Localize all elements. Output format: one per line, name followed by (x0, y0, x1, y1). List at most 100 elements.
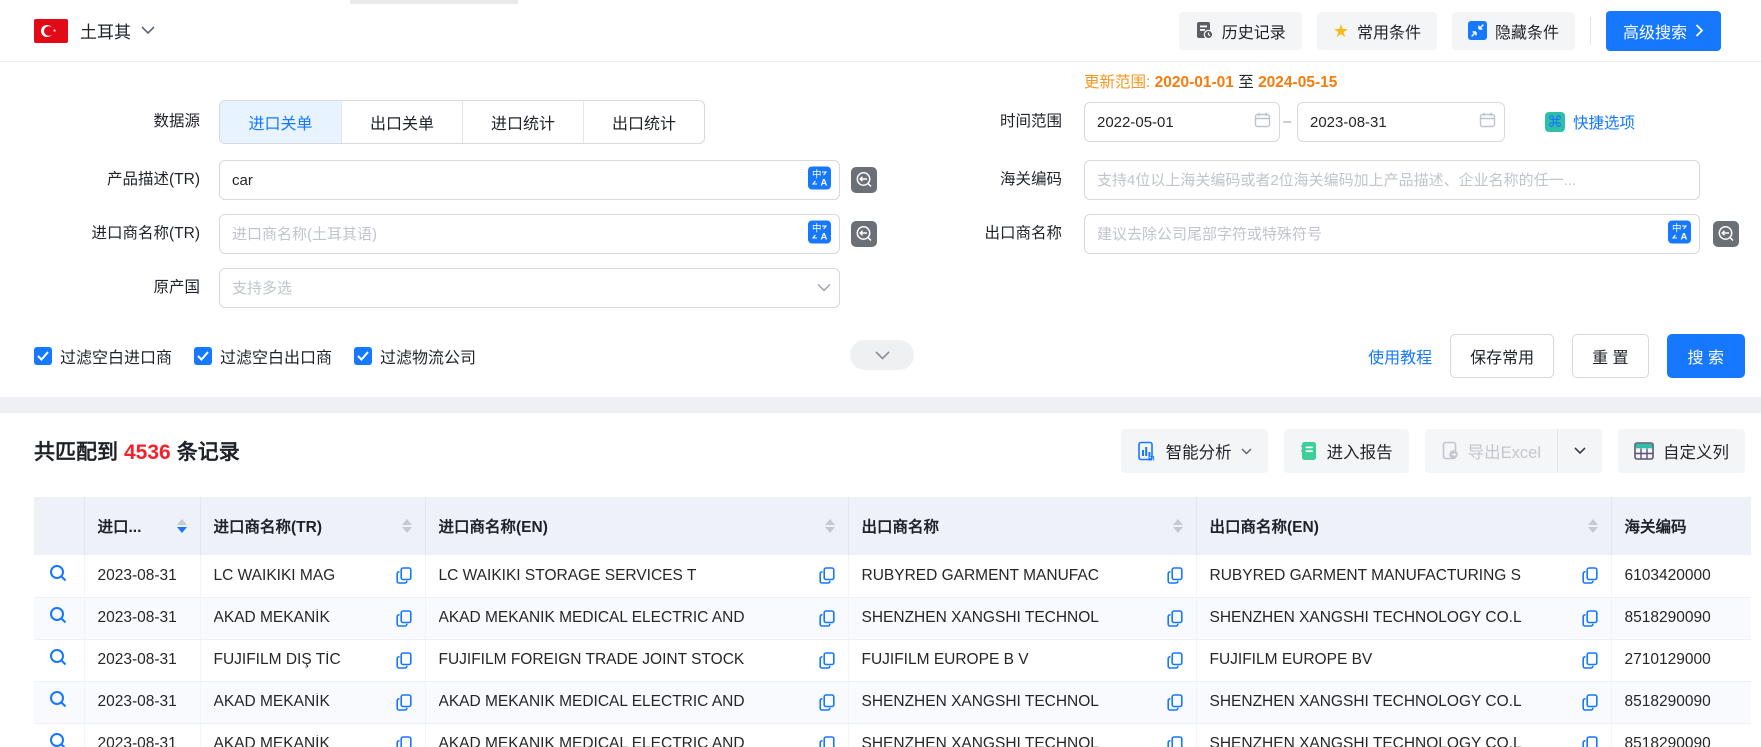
search-button[interactable]: 搜 索 (1667, 334, 1745, 378)
enter-report-button[interactable]: 进入报告 (1284, 429, 1409, 473)
quick-options-button[interactable]: ⌘ 快捷选项 (1545, 102, 1635, 142)
table-row[interactable]: 2023-08-31AKAD MEKANİKAKAD MEKANIK MEDIC… (34, 681, 1751, 723)
copy-icon[interactable] (1582, 694, 1598, 711)
exporter-name-label: 出口商名称 (862, 214, 1062, 254)
translate-icon[interactable]: 中 A (808, 167, 831, 194)
copy-icon[interactable] (396, 610, 412, 627)
row-detail-cell[interactable] (34, 555, 84, 597)
history-label: 历史记录 (1222, 19, 1286, 43)
header-exporter[interactable]: 出口商名称 (848, 497, 1196, 555)
customize-columns-button[interactable]: 自定义列 (1618, 429, 1745, 473)
start-date-input[interactable] (1084, 102, 1280, 142)
copy-icon[interactable] (1167, 694, 1183, 711)
product-desc-input[interactable] (219, 160, 840, 200)
results-table: 进口... 进口商名称(TR) 进口商名称(EN) 出口商名称 出口商名称(EN… (34, 497, 1751, 747)
copy-icon[interactable] (1167, 567, 1183, 584)
copy-icon[interactable] (819, 567, 835, 584)
copy-icon[interactable] (819, 610, 835, 627)
command-icon: ⌘ (1545, 112, 1565, 132)
tab-export-declarations[interactable]: 出口关单 (341, 101, 462, 143)
table-row[interactable]: 2023-08-31FUJIFILM DIŞ TİCFUJIFILM FOREI… (34, 639, 1751, 681)
chevron-down-icon (1574, 447, 1586, 455)
result-count: 共匹配到4536条记录 (34, 436, 240, 466)
cell-importer-tr: AKAD MEKANİK (200, 597, 425, 639)
filter-blank-exporter-checkbox[interactable]: 过滤空白出口商 (194, 344, 332, 368)
header-importer-tr[interactable]: 进口商名称(TR) (200, 497, 425, 555)
copy-icon[interactable] (396, 694, 412, 711)
row-detail-cell[interactable] (34, 681, 84, 723)
copy-icon[interactable] (396, 736, 412, 747)
tab-import-statistics[interactable]: 进口统计 (462, 101, 583, 143)
smart-analysis-button[interactable]: BI 智能分析 (1121, 429, 1268, 473)
favorite-conditions-button[interactable]: ★ 常用条件 (1317, 12, 1437, 50)
end-date-input[interactable] (1297, 102, 1505, 142)
copy-icon[interactable] (1167, 736, 1183, 747)
reset-button[interactable]: 重 置 (1572, 334, 1648, 378)
report-notebook-icon (1300, 441, 1318, 461)
chevron-down-icon[interactable] (817, 280, 831, 297)
sort-icon[interactable] (825, 519, 835, 533)
translate-icon[interactable]: 中 A (808, 221, 831, 248)
row-detail-search-icon[interactable] (49, 564, 68, 583)
tutorial-link[interactable]: 使用教程 (1368, 344, 1432, 368)
table-row[interactable]: 2023-08-31LC WAIKIKI MAGLC WAIKIKI STORA… (34, 555, 1751, 597)
collapse-icon (1468, 21, 1487, 40)
row-detail-cell[interactable] (34, 597, 84, 639)
collapse-form-button[interactable] (850, 340, 914, 370)
sort-icon[interactable] (1173, 519, 1183, 533)
row-detail-search-icon[interactable] (49, 690, 68, 709)
columns-table-icon (1634, 442, 1654, 460)
header-import-date[interactable]: 进口... (84, 497, 200, 555)
importer-name-input[interactable] (219, 214, 840, 254)
export-options-button[interactable] (1558, 429, 1602, 473)
row-detail-cell[interactable] (34, 639, 84, 681)
exclude-search-icon[interactable] (1713, 221, 1739, 251)
cell-import-date: 2023-08-31 (84, 723, 200, 747)
filter-logistics-checkbox[interactable]: 过滤物流公司 (354, 344, 476, 368)
chevron-down-icon[interactable] (141, 22, 155, 40)
export-excel-button[interactable]: 导出Excel (1425, 429, 1558, 473)
copy-icon[interactable] (1582, 736, 1598, 747)
save-favorite-button[interactable]: 保存常用 (1450, 334, 1554, 378)
copy-icon[interactable] (1167, 610, 1183, 627)
table-row[interactable]: 2023-08-31AKAD MEKANİKAKAD MEKANIK MEDIC… (34, 723, 1751, 747)
copy-icon[interactable] (1582, 652, 1598, 669)
copy-icon[interactable] (1582, 567, 1598, 584)
favorites-label: 常用条件 (1357, 19, 1421, 43)
exporter-name-input[interactable] (1084, 214, 1700, 254)
copy-icon[interactable] (819, 694, 835, 711)
copy-icon[interactable] (1582, 610, 1598, 627)
row-detail-search-icon[interactable] (49, 606, 68, 625)
country-selector-label[interactable]: 土耳其 (80, 18, 131, 43)
row-detail-search-icon[interactable] (49, 648, 68, 667)
table-header-row: 进口... 进口商名称(TR) 进口商名称(EN) 出口商名称 出口商名称(EN… (34, 497, 1751, 555)
row-detail-search-icon[interactable] (49, 732, 68, 747)
translate-icon[interactable]: 中 A (1668, 221, 1691, 248)
copy-icon[interactable] (1167, 652, 1183, 669)
copy-icon[interactable] (396, 652, 412, 669)
tab-import-declarations[interactable]: 进口关单 (220, 101, 341, 143)
origin-country-select[interactable] (219, 268, 840, 308)
advanced-search-button[interactable]: 高级搜索 (1606, 11, 1721, 51)
chevron-right-icon (1695, 24, 1704, 37)
row-detail-cell[interactable] (34, 723, 84, 747)
cell-hs-code: 2710129000 (1611, 639, 1751, 681)
history-button[interactable]: 历史记录 (1179, 12, 1302, 50)
hide-conditions-button[interactable]: 隐藏条件 (1452, 12, 1575, 50)
table-row[interactable]: 2023-08-31AKAD MEKANİKAKAD MEKANIK MEDIC… (34, 597, 1751, 639)
sort-icon[interactable] (177, 519, 187, 533)
hs-code-input[interactable] (1084, 160, 1700, 200)
sort-icon[interactable] (1588, 519, 1598, 533)
tab-export-statistics[interactable]: 出口统计 (583, 101, 704, 143)
sort-icon[interactable] (402, 519, 412, 533)
turkey-flag-icon (34, 19, 68, 43)
filter-blank-importer-checkbox[interactable]: 过滤空白进口商 (34, 344, 172, 368)
copy-icon[interactable] (396, 567, 412, 584)
top-bar: 土耳其 历史记录 ★ 常用条件 隐藏条件 高级搜索 (0, 0, 1761, 62)
filter-checkbox-row: 过滤空白进口商 过滤空白出口商 过滤物流公司 (34, 336, 476, 376)
cell-hs-code: 8518290090 (1611, 597, 1751, 639)
header-importer-en[interactable]: 进口商名称(EN) (425, 497, 848, 555)
header-exporter-en[interactable]: 出口商名称(EN) (1196, 497, 1611, 555)
copy-icon[interactable] (819, 736, 835, 747)
copy-icon[interactable] (819, 652, 835, 669)
